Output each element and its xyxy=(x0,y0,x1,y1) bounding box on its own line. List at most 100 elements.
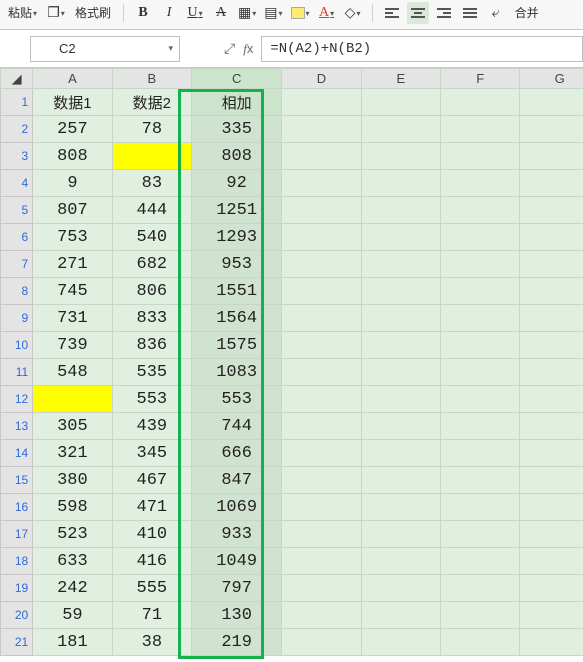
underline-button[interactable]: U▾ xyxy=(184,2,206,24)
cell[interactable] xyxy=(520,602,583,629)
cell[interactable] xyxy=(282,116,361,143)
cell[interactable] xyxy=(361,494,440,521)
cell[interactable]: 1083 xyxy=(192,359,282,386)
cell[interactable] xyxy=(361,251,440,278)
cell[interactable]: 439 xyxy=(112,413,191,440)
cell[interactable] xyxy=(520,305,583,332)
row-header[interactable]: 7 xyxy=(1,251,33,278)
border-button[interactable]: ▦▾ xyxy=(236,2,258,24)
align-justify-button[interactable] xyxy=(459,2,481,24)
cell[interactable]: 257 xyxy=(33,116,112,143)
align-center-button[interactable] xyxy=(407,2,429,24)
cell[interactable] xyxy=(441,143,520,170)
cell[interactable]: 933 xyxy=(192,521,282,548)
cell[interactable] xyxy=(361,413,440,440)
cell[interactable] xyxy=(282,521,361,548)
row-header[interactable]: 10 xyxy=(1,332,33,359)
cell[interactable] xyxy=(282,602,361,629)
cell[interactable] xyxy=(520,629,583,656)
cell[interactable]: 540 xyxy=(112,224,191,251)
col-header-c[interactable]: C xyxy=(192,69,282,89)
copy-button[interactable]: ❐▾ xyxy=(45,2,67,24)
cell[interactable] xyxy=(441,494,520,521)
highlight-button[interactable]: ▾ xyxy=(289,2,312,24)
cell[interactable] xyxy=(441,359,520,386)
cell[interactable] xyxy=(441,602,520,629)
cell[interactable]: 833 xyxy=(112,305,191,332)
italic-button[interactable]: I xyxy=(158,2,180,24)
cell[interactable] xyxy=(361,170,440,197)
cell[interactable] xyxy=(282,278,361,305)
cell[interactable]: 753 xyxy=(33,224,112,251)
cell[interactable] xyxy=(282,494,361,521)
spreadsheet-grid[interactable]: ◢ A B C D E F G 1数据1数据2相加225778335380880… xyxy=(0,68,583,656)
cell[interactable]: 130 xyxy=(192,602,282,629)
cell[interactable] xyxy=(282,305,361,332)
cell[interactable]: 数据1 xyxy=(33,89,112,116)
row-header[interactable]: 4 xyxy=(1,170,33,197)
cell[interactable] xyxy=(282,440,361,467)
zoom-out-icon[interactable]: ⤢ xyxy=(224,40,235,57)
col-header-a[interactable]: A xyxy=(33,69,112,89)
cell[interactable]: 731 xyxy=(33,305,112,332)
fill-color-button[interactable]: ▤▾ xyxy=(262,2,284,24)
cell[interactable]: 1575 xyxy=(192,332,282,359)
cell[interactable] xyxy=(520,197,583,224)
cell[interactable] xyxy=(282,197,361,224)
cell[interactable]: 242 xyxy=(33,575,112,602)
cell[interactable] xyxy=(361,305,440,332)
cell[interactable]: 1049 xyxy=(192,548,282,575)
cell[interactable]: 553 xyxy=(192,386,282,413)
align-right-button[interactable] xyxy=(433,2,455,24)
cell[interactable]: 745 xyxy=(33,278,112,305)
cell[interactable] xyxy=(520,278,583,305)
cell[interactable] xyxy=(441,89,520,116)
cell[interactable] xyxy=(282,386,361,413)
cell[interactable]: 797 xyxy=(192,575,282,602)
row-header[interactable]: 13 xyxy=(1,413,33,440)
cell[interactable] xyxy=(282,467,361,494)
cell[interactable]: 9 xyxy=(33,170,112,197)
cell[interactable]: 523 xyxy=(33,521,112,548)
row-header[interactable]: 1 xyxy=(1,89,33,116)
cell[interactable] xyxy=(361,278,440,305)
cell[interactable]: 806 xyxy=(112,278,191,305)
cell[interactable]: 1551 xyxy=(192,278,282,305)
cell[interactable]: 744 xyxy=(192,413,282,440)
cell[interactable] xyxy=(361,359,440,386)
cell[interactable]: 321 xyxy=(33,440,112,467)
strikethrough-button[interactable]: A xyxy=(210,2,232,24)
cell[interactable]: 808 xyxy=(33,143,112,170)
col-header-e[interactable]: E xyxy=(361,69,440,89)
cell[interactable] xyxy=(441,170,520,197)
cell[interactable] xyxy=(361,224,440,251)
cell[interactable] xyxy=(520,143,583,170)
cell[interactable] xyxy=(282,629,361,656)
col-header-d[interactable]: D xyxy=(282,69,361,89)
cell[interactable]: 416 xyxy=(112,548,191,575)
cell[interactable] xyxy=(520,251,583,278)
cell[interactable] xyxy=(361,467,440,494)
cell[interactable]: 682 xyxy=(112,251,191,278)
cell[interactable] xyxy=(282,224,361,251)
row-header[interactable]: 20 xyxy=(1,602,33,629)
cell[interactable]: 1564 xyxy=(192,305,282,332)
cell[interactable]: 953 xyxy=(192,251,282,278)
cell[interactable]: 807 xyxy=(33,197,112,224)
cell[interactable] xyxy=(520,548,583,575)
cell[interactable]: 847 xyxy=(192,467,282,494)
cell[interactable] xyxy=(441,548,520,575)
cell[interactable] xyxy=(441,629,520,656)
cell[interactable] xyxy=(361,602,440,629)
col-header-b[interactable]: B xyxy=(112,69,191,89)
cell[interactable]: 1069 xyxy=(192,494,282,521)
cell[interactable]: 59 xyxy=(33,602,112,629)
cell[interactable] xyxy=(520,359,583,386)
cell[interactable] xyxy=(441,440,520,467)
paste-button[interactable]: 粘贴▾ xyxy=(4,2,41,24)
cell[interactable]: 633 xyxy=(33,548,112,575)
wrap-text-button[interactable]: ⤶ xyxy=(485,2,507,24)
cell[interactable] xyxy=(520,575,583,602)
cell[interactable]: 335 xyxy=(192,116,282,143)
cell[interactable] xyxy=(441,413,520,440)
